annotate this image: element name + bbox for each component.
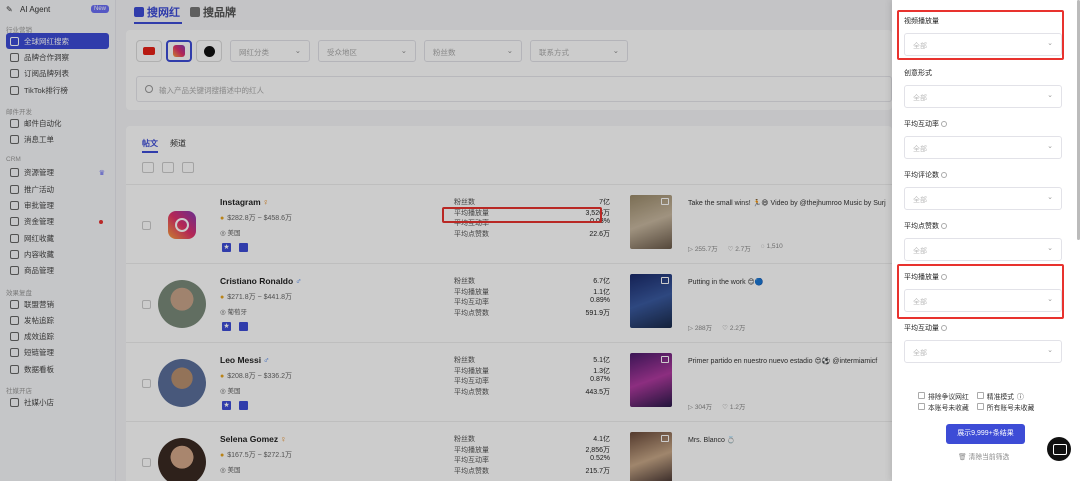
select-value: 全部 (913, 95, 927, 102)
filter-avg-comments: 平均评论数 全部 ⌄ (904, 170, 1062, 210)
filter-label: 平均评论数 (904, 170, 1062, 180)
filter-label-text: 平均点赞数 (904, 223, 939, 230)
filter-label-text: 平均评论数 (904, 172, 939, 179)
clear-label: 清除当前筛选 (968, 454, 1010, 461)
filter-label: 平均点赞数 (904, 221, 1062, 231)
select-value: 全部 (913, 248, 927, 255)
chevron-down-icon: ⌄ (1047, 245, 1053, 252)
checkbox-label: 本账号未收藏 (928, 404, 969, 412)
checkbox-box (976, 392, 984, 399)
filter-avg-interactions: 平均互动量 全部 ⌄ (904, 323, 1062, 363)
exclude-controversial-checkbox[interactable]: 排除争议网红 (918, 391, 969, 401)
checkbox-label: 所有账号未收藏 (986, 404, 1035, 412)
select-value: 全部 (913, 350, 927, 357)
modal-backdrop[interactable] (0, 0, 892, 481)
chevron-down-icon: ⌄ (1047, 143, 1053, 150)
help-icon[interactable] (941, 172, 947, 179)
select-value: 全部 (913, 146, 927, 153)
not-favorited-account-checkbox[interactable]: 本账号未收藏 (918, 402, 969, 412)
avg-engagement-rate-select[interactable]: 全部 ⌄ (904, 136, 1062, 159)
avg-comments-select[interactable]: 全部 ⌄ (904, 187, 1062, 210)
highlight-avg-views-filter (897, 264, 1064, 319)
filter-label: 平均互动率 (904, 119, 1062, 129)
filter-label: 创意形式 (904, 70, 932, 77)
filter-creative-format: 创意形式 全部 ⌄ (904, 68, 1062, 108)
avg-interactions-select[interactable]: 全部 ⌄ (904, 340, 1062, 363)
chat-support-icon[interactable] (1047, 437, 1071, 461)
highlight-video-views-filter (897, 10, 1064, 60)
precise-mode-checkbox[interactable]: 精准模式 ⓘ (976, 391, 1024, 401)
filter-label-text: 平均互动率 (904, 121, 939, 128)
checkbox-label: 精准模式 (986, 393, 1014, 401)
chevron-down-icon: ⌄ (1047, 92, 1053, 99)
clear-filters-button[interactable]: 🗑 清除当前筛选 (958, 451, 1009, 461)
avg-likes-select[interactable]: 全部 ⌄ (904, 238, 1062, 261)
show-results-button[interactable]: 展示9,999+条结果 (946, 424, 1025, 444)
checkbox-label: 排除争议网红 (928, 393, 969, 401)
checkbox-box (976, 403, 984, 410)
checkbox-box (918, 403, 925, 410)
chevron-down-icon: ⌄ (1047, 347, 1053, 354)
filter-avg-likes: 平均点赞数 全部 ⌄ (904, 221, 1062, 261)
filter-avg-engagement-rate: 平均互动率 全部 ⌄ (904, 119, 1062, 159)
filter-label: 平均互动量 (904, 323, 1062, 333)
help-icon[interactable]: ⓘ (1017, 391, 1024, 401)
help-icon[interactable] (941, 121, 947, 128)
filter-panel: 视频播放量 全部 ⌄ 创意形式 全部 ⌄ 平均互动率 全部 ⌄ 平均评论数 全部 ⌄ 平… (892, 0, 1080, 481)
filter-label-text: 平均互动量 (904, 325, 939, 332)
creative-format-select[interactable]: 全部 ⌄ (904, 85, 1062, 108)
select-value: 全部 (913, 197, 927, 204)
help-icon[interactable] (941, 325, 947, 332)
not-favorited-all-checkbox[interactable]: 所有账号未收藏 (976, 402, 1035, 412)
help-icon[interactable] (941, 223, 947, 230)
checkbox-box (918, 392, 925, 399)
chevron-down-icon: ⌄ (1047, 194, 1053, 201)
option-checkboxes: 排除争议网红 精准模式 ⓘ 本账号未收藏 所有账号未收藏 (918, 390, 1034, 412)
